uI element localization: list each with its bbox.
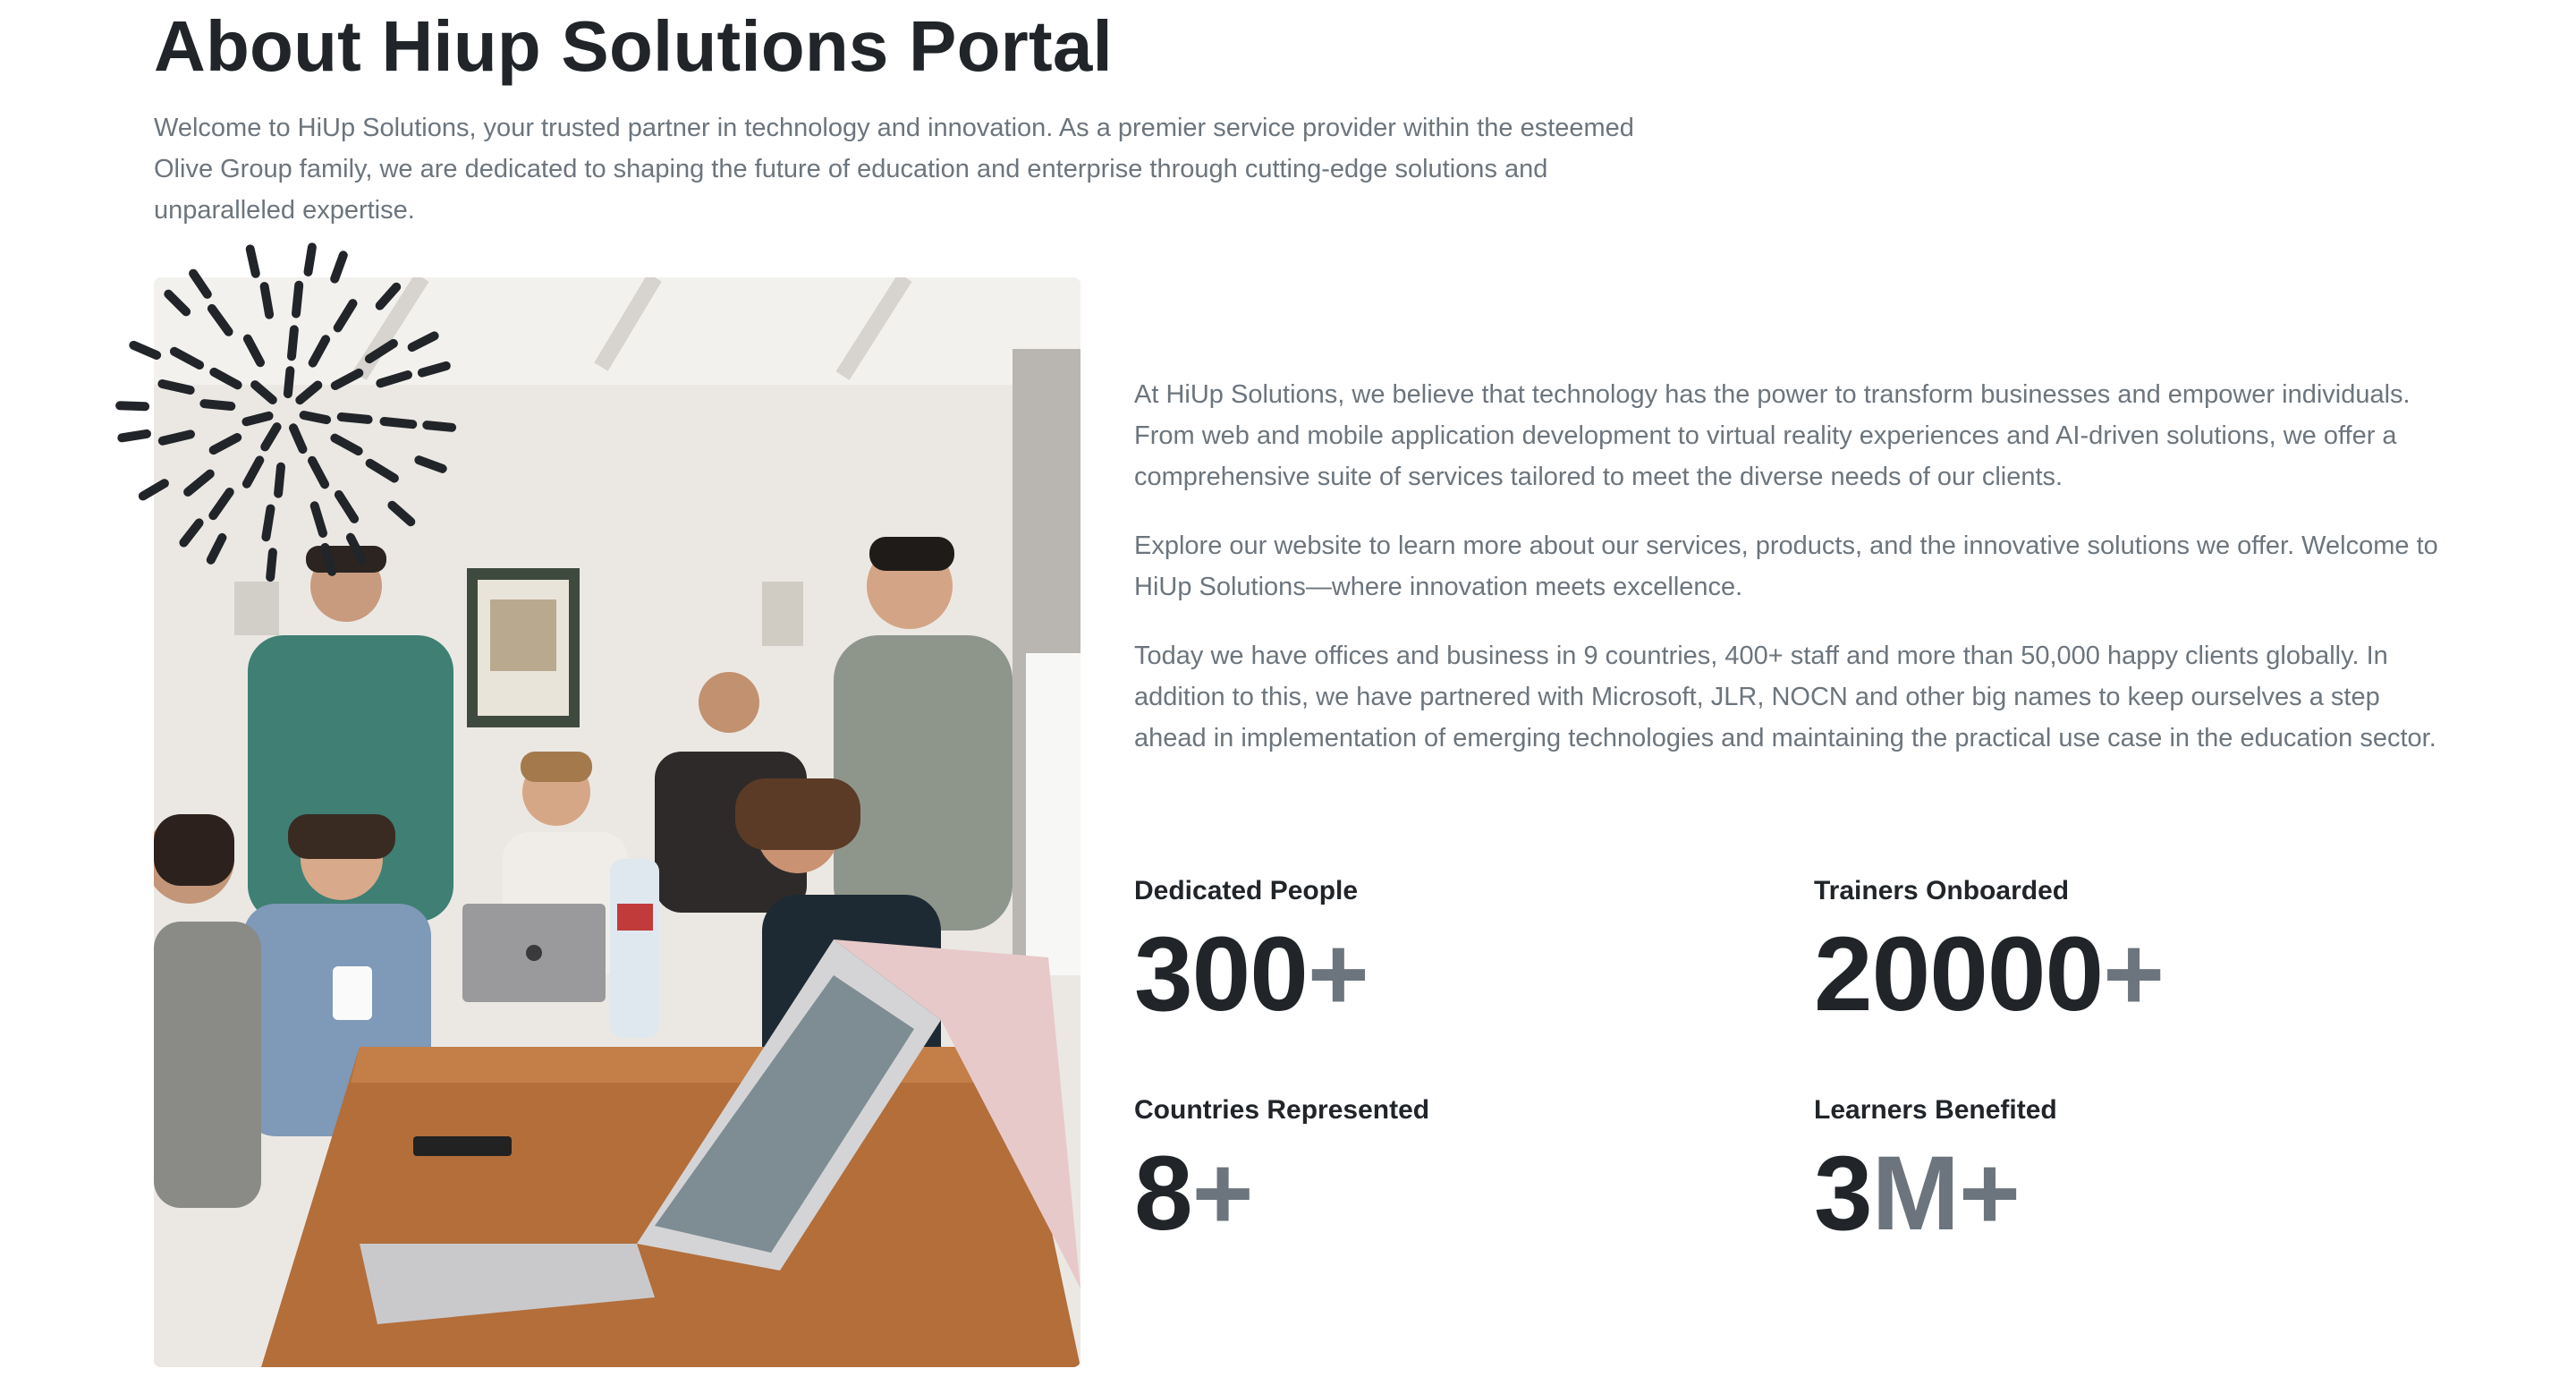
burst-stroke (209, 367, 242, 390)
burst-stroke (242, 334, 265, 368)
burst-stroke (292, 280, 304, 319)
stat-dedicated-people: Dedicated People 300+ (1134, 873, 1369, 1033)
burst-stroke (242, 455, 265, 489)
burst-stroke (157, 379, 195, 395)
burst-stroke (375, 282, 402, 310)
burst-stroke (189, 268, 212, 299)
burst-stroke (169, 346, 205, 370)
burst-stroke (242, 411, 274, 427)
burst-stroke (407, 331, 439, 353)
burst-stroke (387, 500, 416, 527)
burst-stroke (364, 338, 398, 364)
burst-stroke (376, 370, 412, 388)
burst-stroke (179, 518, 204, 548)
stat-label: Learners Benefited (1814, 1095, 2057, 1125)
burst-stroke (417, 361, 451, 378)
burst-stroke (287, 325, 299, 361)
burst-stroke (320, 542, 337, 576)
stat-value: 300+ (1134, 915, 1369, 1033)
burst-stroke (330, 368, 364, 390)
burst-stroke (299, 411, 332, 425)
burst-stroke (157, 429, 195, 446)
burst-stroke (245, 244, 260, 278)
burst-stroke (183, 469, 215, 497)
stat-countries-represented: Countries Represented 8+ (1134, 1092, 1429, 1252)
about-paragraph-2: Explore our website to learn more about … (1134, 531, 2438, 601)
burst-stroke (117, 429, 151, 443)
burst-stroke (308, 455, 330, 489)
burst-stroke (333, 299, 358, 333)
burst-stroke (289, 423, 308, 455)
burst-stroke (414, 455, 447, 473)
burst-stroke (422, 421, 457, 432)
stat-value: 20000+ (1814, 915, 2165, 1033)
about-paragraph-3: Today we have offices and business in 9 … (1134, 642, 2436, 752)
about-section: About Hiup Solutions Portal Welcome to H… (0, 0, 2576, 1377)
burst-stroke (250, 380, 277, 404)
burst-stroke (334, 489, 360, 523)
burst-doodle-icon (115, 242, 457, 582)
burst-stroke (208, 433, 242, 455)
stat-trainers-onboarded: Trainers Onboarded 20000+ (1814, 873, 2165, 1033)
burst-stroke (208, 488, 234, 521)
stat-learners-benefited: Learners Benefited 3M+ (1814, 1092, 2057, 1252)
burst-stroke (266, 548, 277, 582)
stat-label: Dedicated People (1134, 876, 1359, 905)
burst-stroke (138, 479, 169, 501)
stat-value: 8+ (1134, 1135, 1254, 1253)
burst-stroke (259, 282, 275, 319)
burst-stroke (345, 532, 367, 565)
stat-label: Countries Represented (1134, 1095, 1430, 1125)
burst-stroke (129, 340, 162, 360)
burst-stroke (330, 251, 348, 284)
about-paragraph-1: At HiUp Solutions, we believe that techn… (1134, 380, 2411, 491)
burst-stroke (164, 289, 191, 317)
intro-paragraph: Welcome to HiUp Solutions, your trusted … (154, 114, 1634, 225)
burst-stroke (260, 422, 282, 452)
burst-stroke (206, 532, 227, 565)
burst-stroke (379, 417, 418, 429)
about-description: At HiUp Solutions, we believe that techn… (1134, 374, 2458, 786)
burst-stroke (330, 433, 363, 456)
burst-stroke (261, 504, 275, 542)
page-title: About Hiup Solutions Portal (154, 6, 1113, 86)
burst-stroke (336, 412, 373, 424)
burst-stroke (274, 462, 285, 498)
stat-label: Trainers Onboarded (1814, 876, 2070, 905)
burst-stroke (207, 303, 233, 336)
burst-stroke (309, 501, 327, 538)
burst-stroke (365, 458, 399, 483)
stat-value: 3M+ (1814, 1135, 2021, 1253)
burst-stroke (303, 242, 317, 276)
burst-stroke (308, 335, 331, 368)
burst-stroke (199, 399, 236, 411)
burst-stroke (283, 366, 295, 399)
burst-stroke (115, 401, 150, 412)
burst-stroke (295, 380, 323, 405)
